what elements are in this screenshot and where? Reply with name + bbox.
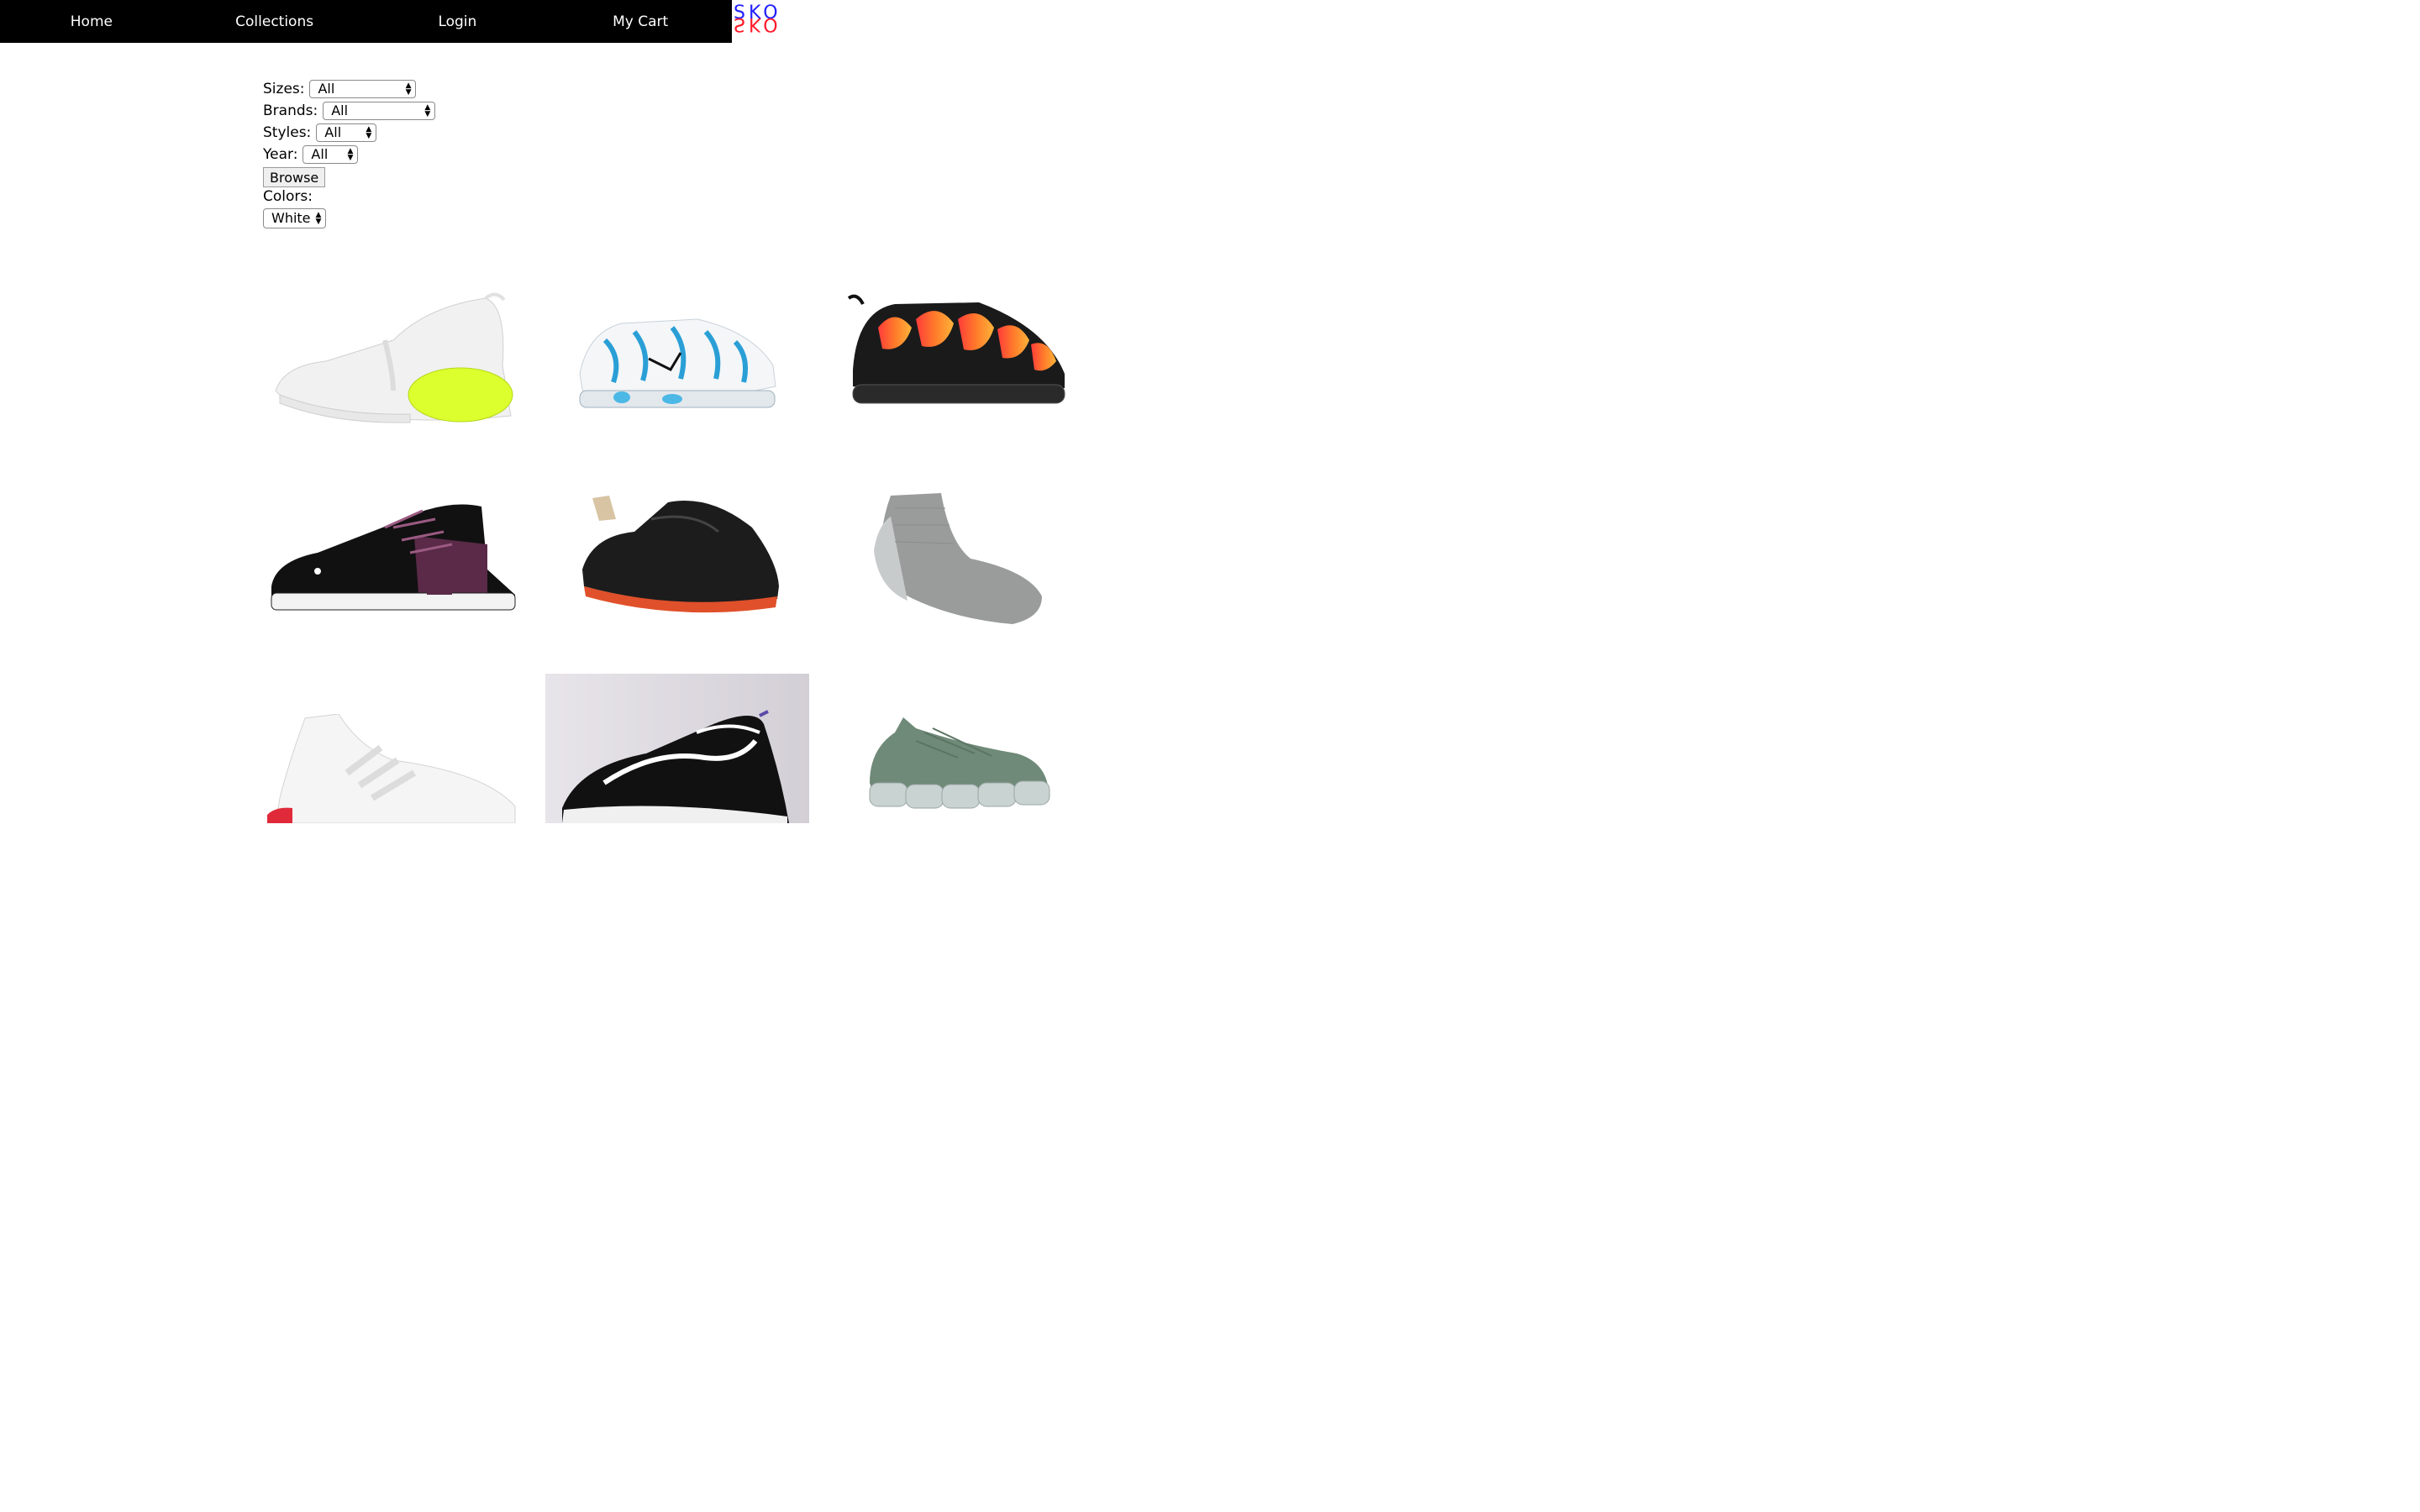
product-card[interactable] <box>870 491 1046 630</box>
styles-select[interactable]: All ▲ ▼ <box>316 123 377 142</box>
brands-label: Brands: <box>263 102 318 119</box>
styles-label: Styles: <box>263 124 312 141</box>
product-card[interactable] <box>571 307 781 416</box>
sizes-row: Sizes: All ▲ ▼ <box>263 78 435 100</box>
year-row: Year: All ▲ ▼ <box>263 144 435 165</box>
shoe-image-sage-knit <box>869 717 1050 809</box>
product-card[interactable] <box>267 494 519 620</box>
shoe-image-white-high-top <box>267 714 516 823</box>
select-arrows-icon: ▲ ▼ <box>405 81 412 97</box>
sizes-select-value: All <box>318 81 335 97</box>
product-card[interactable] <box>545 674 809 823</box>
colors-label: Colors: <box>263 188 313 205</box>
nav-home-link[interactable]: Home <box>0 0 183 43</box>
shoe-image-air-max-plus <box>579 318 776 408</box>
browse-row: Browse <box>263 165 435 187</box>
select-arrows-icon: ▲ ▼ <box>366 125 372 140</box>
shoe-image-black-white-basketball <box>562 710 789 823</box>
styles-select-value: All <box>324 124 342 140</box>
shoe-image-human-race-nmd <box>271 504 516 611</box>
year-select-value: All <box>311 146 329 162</box>
shoe-image-grey-sock <box>874 493 1042 624</box>
nav-login-link[interactable]: Login <box>366 0 550 43</box>
site-logo[interactable]: SKO SKO <box>734 3 786 38</box>
filter-form: Sizes: All ▲ ▼ Brands: All ▲ ▼ Styles: All… <box>263 78 436 229</box>
colors-select-value: White <box>271 210 311 226</box>
nav-collections-link[interactable]: Collections <box>183 0 366 43</box>
shoe-image-black-leather <box>582 496 779 613</box>
brands-row: Brands: All ▲ ▼ <box>263 100 436 122</box>
colors-row: White ▲ ▼ <box>263 207 435 229</box>
top-nav: Home Collections Login My Cart <box>0 0 732 43</box>
styles-row: Styles: All ▲ ▼ <box>263 122 435 144</box>
colors-select[interactable]: White ▲ ▼ <box>263 208 326 228</box>
select-arrows-icon: ▲ ▼ <box>424 103 431 118</box>
year-select[interactable]: All ▲ ▼ <box>302 145 359 164</box>
shoe-image-air-max-270 <box>275 292 513 423</box>
shoe-image-vapormax-plus <box>847 294 1065 404</box>
select-arrows-icon: ▲ ▼ <box>315 211 322 226</box>
logo-text-red: SKO <box>734 13 781 34</box>
sizes-select[interactable]: All ▲ ▼ <box>309 80 417 98</box>
product-card[interactable] <box>267 290 523 428</box>
product-card[interactable] <box>865 716 1055 812</box>
nav-cart-link[interactable]: My Cart <box>549 0 732 43</box>
year-label: Year: <box>263 146 298 163</box>
brands-select[interactable]: All ▲ ▼ <box>323 102 436 120</box>
product-card[interactable] <box>267 714 519 823</box>
brands-select-value: All <box>331 102 349 118</box>
product-card[interactable] <box>844 294 1071 412</box>
browse-button[interactable]: Browse <box>263 167 326 187</box>
product-card[interactable] <box>576 494 781 624</box>
select-arrows-icon: ▲ ▼ <box>347 147 354 162</box>
sizes-label: Sizes: <box>263 81 305 97</box>
